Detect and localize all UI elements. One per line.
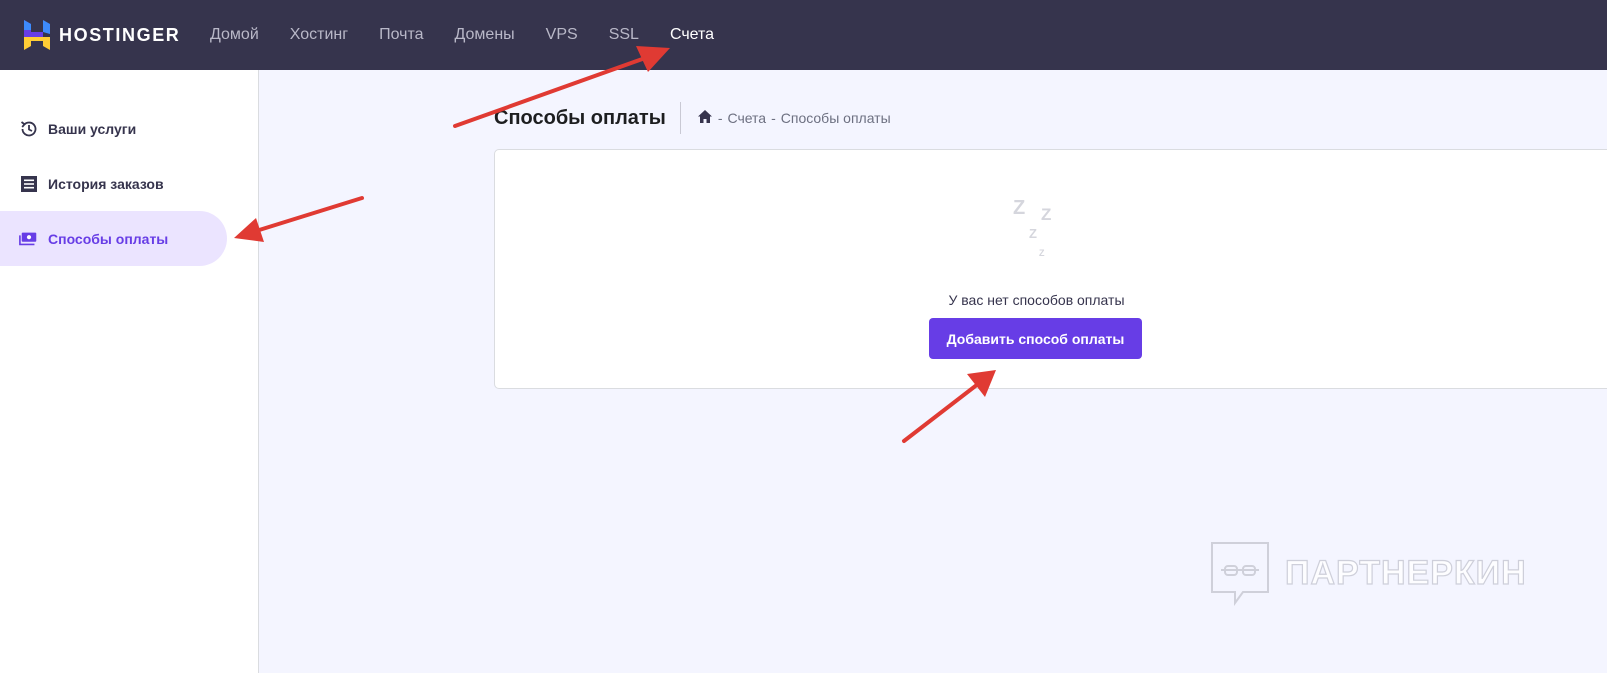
breadcrumb-separator: -	[771, 110, 776, 126]
sidebar-item-label: История заказов	[48, 175, 164, 192]
sidebar-item-payment-methods[interactable]: Способы оплаты	[0, 211, 227, 266]
history-icon	[19, 119, 39, 139]
home-icon[interactable]	[697, 109, 713, 127]
breadcrumb-separator: -	[717, 110, 723, 126]
watermark-logo-icon	[1211, 542, 1269, 606]
svg-text:Z: Z	[1039, 248, 1045, 258]
brand-name: HOSTINGER	[59, 24, 181, 45]
svg-text:Z: Z	[1013, 197, 1025, 219]
nav-item-vps[interactable]: VPS	[546, 26, 578, 44]
sidebar-item-order-history[interactable]: История заказов	[0, 156, 227, 211]
page-header: Способы оплаты - Счета - Способы оплаты	[494, 102, 891, 134]
add-payment-method-button[interactable]: Добавить способ оплаты	[929, 318, 1142, 359]
watermark-text: ПАРТНЕРКИН	[1284, 553, 1527, 592]
sidebar-item-label: Ваши услуги	[48, 120, 137, 137]
svg-text:Z: Z	[1041, 205, 1051, 224]
nav-item-billing[interactable]: Счета	[670, 26, 714, 44]
page-title: Способы оплаты	[494, 102, 681, 134]
empty-state-card: Z Z Z Z У вас нет способов оплаты Добави…	[494, 149, 1607, 389]
nav-item-ssl[interactable]: SSL	[609, 26, 639, 44]
breadcrumb: - Счета - Способы оплаты	[697, 109, 891, 127]
sidebar: Ваши услуги История заказов Способы опла…	[0, 70, 259, 673]
breadcrumb-item-payment-methods: Способы оплаты	[780, 110, 891, 126]
sleep-zzz-icon: Z Z Z Z	[1013, 197, 1051, 258]
svg-text:Z: Z	[1029, 226, 1037, 241]
sidebar-item-label: Способы оплаты	[48, 230, 169, 247]
payment-icon	[19, 229, 39, 249]
hostinger-logo-icon	[24, 20, 50, 50]
top-navigation-bar: HOSTINGER Домой Хостинг Почта Домены VPS…	[0, 0, 1607, 70]
watermark: ПАРТНЕРКИН	[1209, 540, 1527, 606]
receipt-icon	[19, 174, 39, 194]
hostinger-logo[interactable]: HOSTINGER	[24, 20, 180, 50]
empty-state-message: У вас нет способов оплаты	[948, 292, 1125, 308]
sidebar-item-services[interactable]: Ваши услуги	[0, 101, 227, 156]
main-nav: Домой Хостинг Почта Домены VPS SSL Счета	[210, 0, 745, 70]
nav-item-hosting[interactable]: Хостинг	[290, 26, 348, 44]
breadcrumb-item-billing[interactable]: Счета	[727, 110, 766, 126]
nav-item-email[interactable]: Почта	[379, 26, 423, 44]
nav-item-home[interactable]: Домой	[210, 26, 259, 44]
nav-item-domains[interactable]: Домены	[455, 26, 515, 44]
